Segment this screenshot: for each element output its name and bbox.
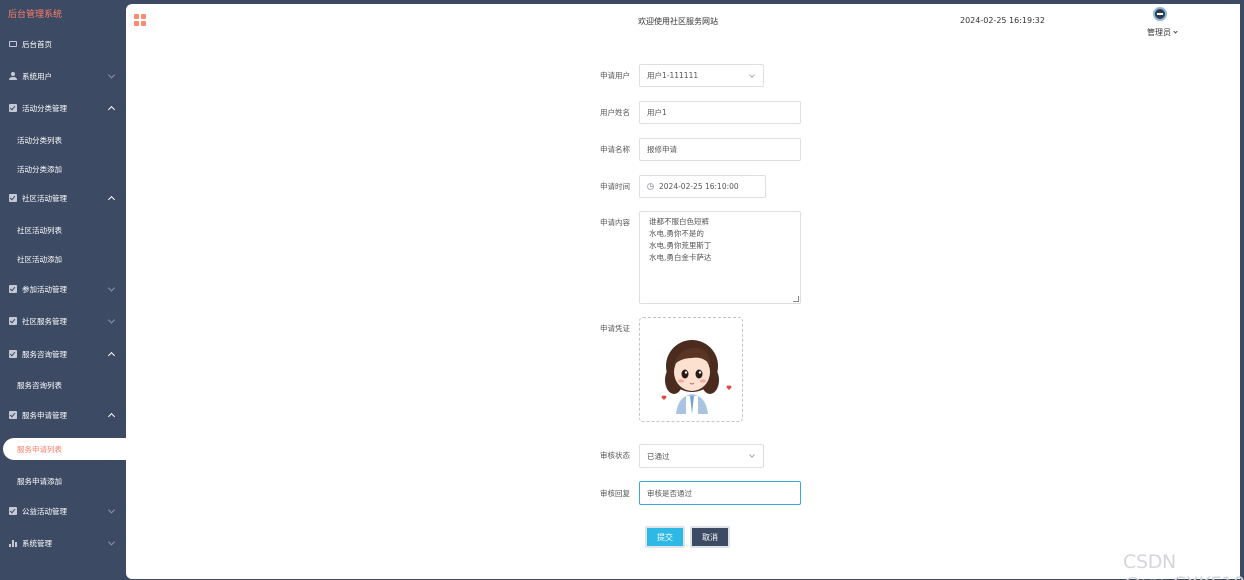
review-reply-value: 审核是否通过 [647, 488, 692, 498]
sidebar-item-label: 系统用户 [22, 71, 52, 81]
apply-proof-label: 申请凭证 [600, 324, 630, 333]
user-name-field[interactable]: 用户1 [639, 101, 801, 124]
checkbox-icon [9, 104, 17, 112]
menu-grid-icon[interactable] [134, 14, 146, 26]
sidebar-item-community-activity-mgmt[interactable]: 社区活动管理 [0, 184, 126, 212]
review-status-label: 审核状态 [600, 451, 630, 460]
applicant-user-label: 申请用户 [600, 71, 630, 80]
sidebar-item-charity-activity-mgmt[interactable]: 公益活动管理 [0, 497, 126, 525]
sidebar-item-label: 活动分类管理 [22, 103, 67, 113]
app-brand: 后台管理系统 [8, 10, 63, 20]
apply-name-label: 申请名称 [600, 145, 630, 154]
sidebar-item-service-consult-mgmt[interactable]: 服务咨询管理 [0, 340, 126, 368]
chevron-down-icon [749, 452, 755, 458]
sidebar: 后台管理系统 后台首页 系统用户 活动分类管理 活动分类列表 活动分类添加 社区… [0, 0, 126, 580]
resize-handle[interactable] [793, 296, 799, 302]
chevron-down-icon [107, 538, 116, 546]
sidebar-item-label: 系统管理 [22, 538, 52, 548]
sidebar-item-dashboard[interactable]: 后台首页 [0, 30, 126, 58]
sidebar-item-label: 服务申请添加 [17, 476, 62, 486]
apply-content-line: 水电,勇白金卡萨达 [649, 253, 712, 262]
apply-name-field[interactable]: 报修申请 [639, 138, 801, 161]
apply-time-label: 申请时间 [600, 182, 630, 191]
user-name-label: 用户姓名 [600, 108, 630, 117]
chevron-down-icon [1173, 29, 1178, 34]
review-status-value: 已通过 [647, 451, 670, 461]
chevron-down-icon [749, 71, 755, 78]
user-name: 管理员 [1147, 28, 1171, 37]
user-icon [9, 72, 17, 80]
sidebar-item-activity-category-list[interactable]: 活动分类列表 [0, 126, 126, 154]
checkbox-icon [9, 285, 17, 293]
apply-content-label: 申请内容 [600, 218, 630, 227]
chevron-up-icon [107, 195, 116, 204]
sidebar-item-label: 参加活动管理 [22, 284, 67, 294]
checkbox-icon [9, 350, 17, 358]
chevron-down-icon [107, 316, 116, 324]
applicant-user-value: 用户1-111111 [647, 71, 699, 80]
sidebar-item-service-apply-list[interactable]: 服务申请列表 [3, 438, 126, 460]
chevron-down-icon [107, 71, 116, 79]
apply-name-value: 报修申请 [647, 145, 677, 154]
sidebar-item-label: 服务咨询管理 [22, 349, 67, 359]
apply-time-picker[interactable]: 2024-02-25 16:10:00 [639, 175, 766, 198]
sidebar-item-activity-category-add[interactable]: 活动分类添加 [0, 155, 126, 183]
sidebar-item-service-apply-mgmt[interactable]: 服务申请管理 [0, 401, 126, 429]
proof-image [661, 340, 732, 414]
apply-content-line: 谁都不服白色短裤 [649, 217, 709, 226]
apply-proof-upload[interactable] [639, 317, 743, 422]
sidebar-item-label: 服务申请管理 [22, 410, 67, 420]
review-status-select[interactable]: 已通过 [639, 444, 764, 468]
welcome-text: 欢迎使用社区服务网站 [638, 17, 718, 26]
sidebar-item-label: 活动分类列表 [17, 135, 62, 145]
user-menu[interactable]: 管理员 [1147, 27, 1178, 38]
sidebar-item-label: 社区服务管理 [22, 316, 67, 326]
cancel-button[interactable]: 取消 [690, 526, 730, 548]
review-reply-label: 审核回复 [600, 489, 630, 498]
checkbox-icon [9, 411, 17, 419]
sidebar-item-label: 活动分类添加 [17, 164, 62, 174]
apply-time-value: 2024-02-25 16:10:00 [659, 182, 739, 191]
sidebar-item-label: 公益活动管理 [22, 506, 67, 516]
sidebar-item-system-mgmt[interactable]: 系统管理 [0, 529, 126, 557]
chevron-up-icon [107, 105, 116, 114]
sidebar-item-service-consult-list[interactable]: 服务咨询列表 [0, 371, 126, 399]
sidebar-item-community-service-mgmt[interactable]: 社区服务管理 [0, 307, 126, 335]
chevron-up-icon [107, 412, 116, 421]
sidebar-item-join-activity-mgmt[interactable]: 参加活动管理 [0, 275, 126, 303]
sidebar-item-system-users[interactable]: 系统用户 [0, 62, 126, 90]
submit-button[interactable]: 提交 [645, 526, 685, 548]
sidebar-item-label: 社区活动管理 [22, 193, 67, 203]
user-name-value: 用户1 [647, 108, 667, 117]
sidebar-item-label: 服务咨询列表 [17, 380, 62, 390]
applicant-user-select[interactable]: 用户1-111111 [639, 64, 764, 87]
sidebar-item-label: 社区活动列表 [17, 225, 62, 235]
chevron-up-icon [107, 351, 116, 360]
chevron-down-icon [107, 284, 116, 292]
avatar[interactable] [1153, 7, 1167, 21]
sidebar-item-label: 后台首页 [22, 39, 52, 49]
bar-chart-icon [9, 539, 17, 547]
current-datetime: 2024-02-25 16:19:32 [960, 16, 1045, 25]
review-reply-field[interactable]: 审核是否通过 [639, 481, 801, 505]
sidebar-item-label: 社区活动添加 [17, 254, 62, 264]
watermark: CSDN @vx_CXKF10088 [1123, 551, 1244, 580]
apply-content-line: 水电,勇你不是的 [649, 229, 704, 238]
sidebar-item-community-activity-list[interactable]: 社区活动列表 [0, 216, 126, 244]
main-panel: 欢迎使用社区服务网站 2024-02-25 16:19:32 管理员 申请用户 … [126, 4, 1244, 580]
checkbox-icon [9, 194, 17, 202]
chevron-down-icon [107, 506, 116, 514]
checkbox-icon [9, 507, 17, 515]
sidebar-item-activity-category-mgmt[interactable]: 活动分类管理 [0, 94, 126, 122]
apply-content-line: 水电,勇你荒里斯丁 [649, 241, 712, 250]
monitor-icon [9, 41, 17, 47]
apply-content-textarea[interactable]: 谁都不服白色短裤 水电,勇你不是的 水电,勇你荒里斯丁 水电,勇白金卡萨达 [639, 211, 801, 304]
sidebar-item-label: 服务申请列表 [17, 444, 62, 454]
clock-icon [647, 183, 654, 190]
sidebar-item-community-activity-add[interactable]: 社区活动添加 [0, 245, 126, 273]
sidebar-item-service-apply-add[interactable]: 服务申请添加 [0, 467, 126, 495]
checkbox-icon [9, 317, 17, 325]
